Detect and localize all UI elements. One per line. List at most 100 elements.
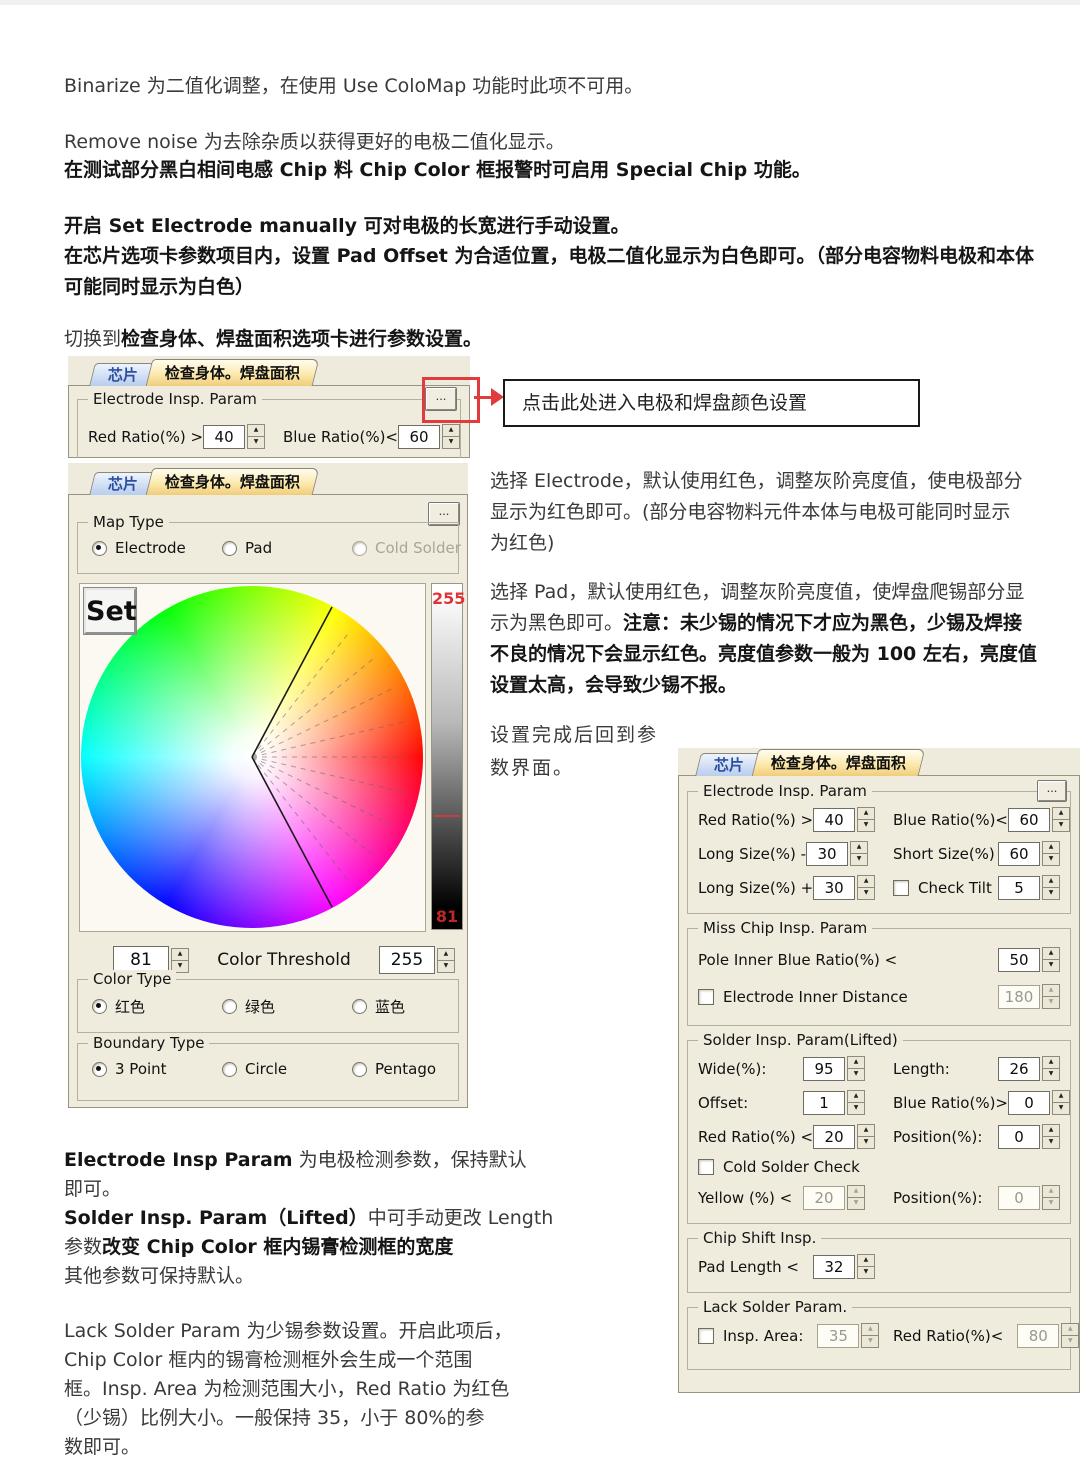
spin-value[interactable]: 5 xyxy=(998,875,1040,900)
spinbox-pole-inner-blue-ratio[interactable]: 50 ▲ ▼ xyxy=(998,947,1060,972)
tab-inspect-body-pad[interactable]: 检查身体。焊盘面积 xyxy=(145,359,320,386)
spin-buttons[interactable]: ▲ ▼ xyxy=(857,807,876,832)
more-options-button[interactable]: ... xyxy=(1038,781,1066,801)
spinbox-red-ratio[interactable]: 40 ▲ ▼ xyxy=(813,807,876,832)
spinbox-long-size[interactable]: 30 ▲ ▼ xyxy=(813,875,876,900)
spin-value[interactable]: 32 xyxy=(812,1254,855,1279)
spin-buttons[interactable]: ▲ ▼ xyxy=(1052,807,1070,832)
spin-buttons[interactable]: ▲ ▼ xyxy=(1052,1090,1070,1115)
spin-value[interactable]: 50 xyxy=(998,947,1040,972)
spinbox-check-tilt[interactable]: 5 ▲ ▼ xyxy=(998,875,1060,900)
radio-button[interactable] xyxy=(92,1061,107,1077)
spin-buttons[interactable]: ▲ ▼ xyxy=(856,1254,875,1279)
spin-buttons[interactable]: ▲ ▼ xyxy=(1042,947,1060,972)
spin-buttons[interactable]: ▲ ▼ xyxy=(850,841,868,866)
spin-down-icon[interactable]: ▼ xyxy=(1052,819,1070,832)
spin-value[interactable]: 255 xyxy=(378,946,435,974)
spinbox-position[interactable]: 0 ▲ ▼ xyxy=(998,1124,1060,1149)
spin-buttons[interactable]: ▲ ▼ xyxy=(847,1056,865,1081)
radio-button[interactable] xyxy=(222,540,237,556)
spin-down-icon[interactable]: ▼ xyxy=(1042,1068,1060,1081)
spin-down-icon[interactable]: ▼ xyxy=(847,1102,865,1115)
spinbox-red-ratio[interactable]: 20 ▲ ▼ xyxy=(813,1124,876,1149)
field-label-blue-ratio: Blue Ratio(%)> xyxy=(893,1093,1008,1112)
spinbox-blue-ratio[interactable]: 60 ▲ ▼ xyxy=(398,424,460,449)
radio-option-pentago[interactable]: Pentago xyxy=(352,1060,436,1078)
spin-value[interactable]: 20 xyxy=(813,1124,856,1149)
spinbox-wide[interactable]: 95 ▲ ▼ xyxy=(803,1056,865,1081)
spin-buttons[interactable]: ▲ ▼ xyxy=(1042,1124,1060,1149)
brightness-gradient-bar[interactable]: 255 81 xyxy=(431,583,465,930)
text-line: 数即可。 xyxy=(64,1433,513,1457)
radio-option-3-point[interactable]: 3 Point xyxy=(92,1060,222,1078)
spinbox-blue-ratio[interactable]: 0 ▲ ▼ xyxy=(1008,1090,1070,1115)
set-button[interactable]: Set xyxy=(84,588,137,634)
spin-buttons[interactable]: ▲ ▼ xyxy=(247,424,266,449)
spin-value[interactable]: 0 xyxy=(998,1124,1040,1149)
spin-down-icon[interactable]: ▼ xyxy=(857,887,876,900)
spin-down-icon[interactable]: ▼ xyxy=(857,819,876,832)
spin-value[interactable]: 40 xyxy=(813,807,856,832)
spin-value[interactable]: 30 xyxy=(813,875,856,900)
spinbox-short-size[interactable]: 60 ▲ ▼ xyxy=(998,841,1060,866)
radio-option-item[interactable]: 绿色 xyxy=(222,996,352,1017)
spinbox-offset[interactable]: 1 ▲ ▼ xyxy=(803,1090,865,1115)
spin-value[interactable]: 60 xyxy=(1008,807,1050,832)
spin-value[interactable]: 30 xyxy=(806,841,848,866)
tab-inspect-body-pad[interactable]: 检查身体。焊盘面积 xyxy=(751,749,926,776)
spin-down-icon[interactable]: ▼ xyxy=(436,959,455,973)
spin-down-icon[interactable]: ▼ xyxy=(442,436,460,449)
radio-option-item[interactable]: 蓝色 xyxy=(352,996,405,1017)
checkbox[interactable] xyxy=(698,1327,714,1344)
screenshot-parameters-panel: 芯片 检查身体。焊盘面积 Electrode Insp. Param... Red… xyxy=(678,748,1080,1393)
spin-value[interactable]: 95 xyxy=(803,1056,845,1081)
checkbox[interactable] xyxy=(698,988,714,1005)
spin-down-icon[interactable]: ▼ xyxy=(856,1266,875,1279)
spin-buttons[interactable]: ▲ ▼ xyxy=(1042,1056,1060,1081)
spinbox-length[interactable]: 26 ▲ ▼ xyxy=(998,1056,1060,1081)
radio-button[interactable] xyxy=(352,999,367,1014)
spin-down-icon[interactable]: ▼ xyxy=(1042,887,1060,900)
radio-button[interactable] xyxy=(222,999,237,1014)
spinbox-red-ratio[interactable]: 40 ▲ ▼ xyxy=(203,424,266,449)
spin-value[interactable]: 60 xyxy=(398,424,440,449)
spin-value[interactable]: 0 xyxy=(1008,1090,1050,1115)
spin-down-icon[interactable]: ▼ xyxy=(1042,959,1060,972)
spinbox-pad-length[interactable]: 32 ▲ ▼ xyxy=(812,1254,875,1279)
radio-button[interactable] xyxy=(352,1061,367,1077)
spin-down-icon[interactable]: ▼ xyxy=(1042,1136,1060,1149)
radio-option-electrode[interactable]: Electrode xyxy=(92,539,222,557)
radio-option-pad[interactable]: Pad xyxy=(222,539,352,557)
spinbox-long-size[interactable]: 30 ▲ ▼ xyxy=(806,841,868,866)
spin-down-icon[interactable]: ▼ xyxy=(847,1068,865,1081)
radio-option-item[interactable]: 红色 xyxy=(92,996,222,1017)
text-line: 可能同时显示为白色） xyxy=(64,272,1034,303)
radio-button[interactable] xyxy=(92,999,107,1014)
radio-button[interactable] xyxy=(222,1061,237,1077)
spin-buttons[interactable]: ▲ ▼ xyxy=(1042,841,1060,866)
spin-down-icon[interactable]: ▼ xyxy=(850,853,868,866)
tab-inspect-body-pad[interactable]: 检查身体。焊盘面积 xyxy=(145,468,320,495)
spin-buttons[interactable]: ▲ ▼ xyxy=(436,947,455,973)
checkbox[interactable] xyxy=(698,1159,714,1175)
radio-button[interactable] xyxy=(92,540,107,556)
radio-option-circle[interactable]: Circle xyxy=(222,1060,352,1078)
spin-buttons[interactable]: ▲ ▼ xyxy=(847,1090,865,1115)
spin-down-icon[interactable]: ▼ xyxy=(1042,853,1060,866)
checkbox[interactable] xyxy=(893,879,909,896)
threshold-high-spinbox[interactable]: 255 ▲ ▼ xyxy=(378,946,455,974)
spin-value[interactable]: 60 xyxy=(998,841,1040,866)
spin-down-icon[interactable]: ▼ xyxy=(247,436,266,449)
spin-value[interactable]: 40 xyxy=(203,424,246,449)
spin-value[interactable]: 1 xyxy=(803,1090,845,1115)
spin-down-icon[interactable]: ▼ xyxy=(1052,1102,1070,1115)
field-label-length: Length: xyxy=(893,1059,950,1078)
spin-value[interactable]: 26 xyxy=(998,1056,1040,1081)
spin-buttons[interactable]: ▲ ▼ xyxy=(442,424,460,449)
spin-buttons[interactable]: ▲ ▼ xyxy=(171,947,189,973)
spin-down-icon[interactable]: ▼ xyxy=(857,1136,876,1149)
spin-buttons[interactable]: ▲ ▼ xyxy=(857,875,876,900)
spin-buttons[interactable]: ▲ ▼ xyxy=(1042,875,1060,900)
spinbox-blue-ratio[interactable]: 60 ▲ ▼ xyxy=(1008,807,1070,832)
spin-buttons[interactable]: ▲ ▼ xyxy=(857,1124,876,1149)
